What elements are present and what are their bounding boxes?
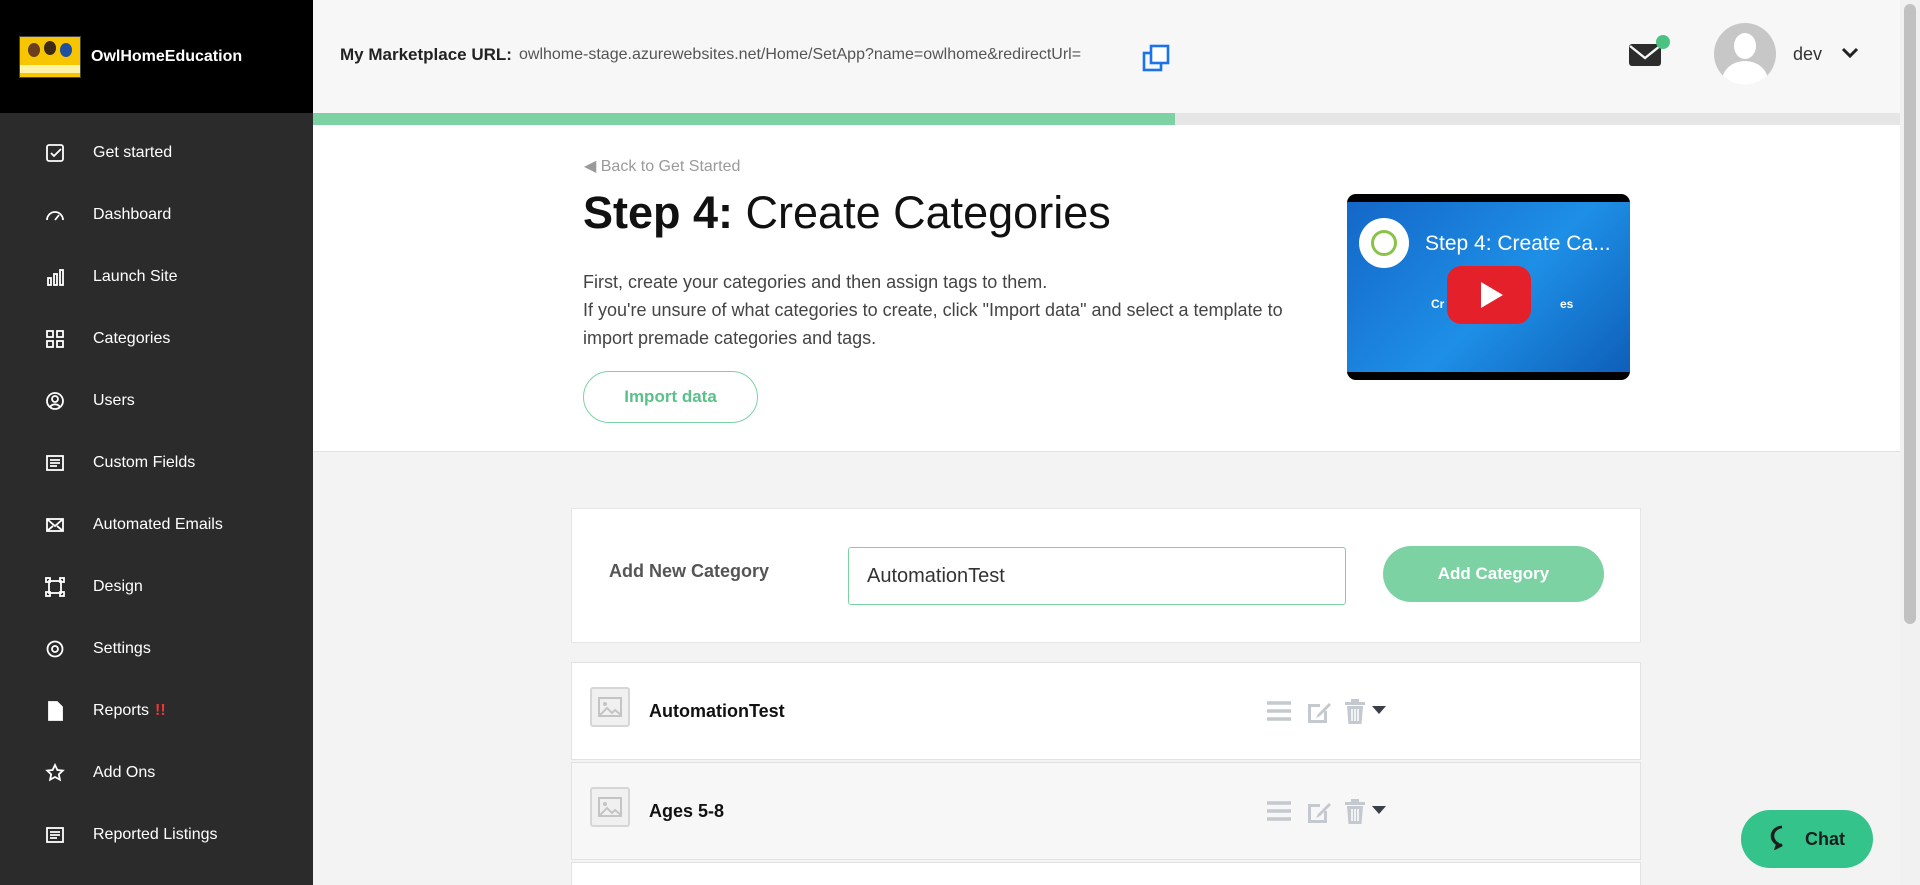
sidebar-item-label: Custom Fields (93, 454, 196, 471)
notification-dot (1656, 35, 1670, 49)
username[interactable]: dev (1793, 44, 1822, 65)
edit-icon[interactable] (1304, 796, 1334, 826)
sidebar-item-label: Add Ons (93, 764, 156, 781)
sidebar-item-custom-fields[interactable]: Custom Fields (0, 432, 313, 494)
star-icon (44, 762, 66, 784)
reports-alert-badge: !! (155, 702, 166, 719)
video-subtitle-left: Cr (1431, 297, 1445, 311)
expand-caret-icon[interactable] (1364, 696, 1394, 726)
sidebar-item-reported-listings[interactable]: Reported Listings (0, 804, 313, 866)
step-intro: ◀ Back to Get Started Step 4: Create Cat… (313, 125, 1900, 452)
category-row: Ages 5-8 (571, 762, 1641, 860)
back-to-get-started-link[interactable]: ◀ Back to Get Started (584, 156, 740, 176)
drag-handle-icon[interactable] (1264, 696, 1294, 726)
category-row: AutomationTest (571, 662, 1641, 760)
chat-label: Chat (1805, 828, 1845, 849)
add-category-label: Add New Category (609, 561, 770, 581)
scrollbar-thumb[interactable] (1904, 4, 1916, 624)
sidebar-item-get-started[interactable]: Get started (0, 122, 313, 184)
list-icon (44, 452, 66, 474)
sidebar-item-label: Design (93, 578, 143, 595)
sidebar-item-add-ons[interactable]: Add Ons (0, 742, 313, 804)
chat-button[interactable]: Chat (1741, 810, 1873, 868)
sidebar-item-label: Settings (93, 640, 151, 657)
drag-handle-icon[interactable] (1264, 796, 1294, 826)
brand-name: OwlHomeEducation (91, 47, 243, 65)
sidebar-item-dashboard[interactable]: Dashboard (0, 184, 313, 246)
page-scrollbar[interactable] (1900, 0, 1920, 885)
category-name: Ages 5-8 (649, 801, 725, 821)
video-title: Step 4: Create Ca... (1425, 232, 1611, 255)
sidebar-item-automated-emails[interactable]: Automated Emails (0, 494, 313, 556)
sidebar-item-label: Dashboard (93, 206, 172, 223)
sidebar-item-launch-site[interactable]: Launch Site (0, 246, 313, 308)
gear-icon (44, 638, 66, 660)
step-description: First, create your categories and then a… (583, 268, 1323, 352)
image-placeholder-icon[interactable] (590, 687, 630, 727)
document-icon (44, 700, 66, 722)
sidebar-item-label: Get started (93, 144, 173, 161)
title-text: Create Categories (733, 187, 1111, 238)
add-category-button[interactable]: Add Category (1383, 546, 1604, 602)
avatar[interactable] (1714, 23, 1776, 85)
setup-progress-bar (313, 113, 1900, 125)
sidebar-item-label: Users (93, 392, 135, 409)
top-header: My Marketplace URL: owlhome-stage.azurew… (313, 0, 1920, 113)
edit-icon[interactable] (1304, 696, 1334, 726)
tutorial-video[interactable]: Step 4: Create Ca... Cr es (1347, 194, 1630, 380)
sidebar-item-label: Launch Site (93, 268, 178, 285)
sidebar-item-label: Categories (93, 330, 171, 347)
category-name: AutomationTest (649, 701, 785, 721)
chat-bubble-icon (1769, 824, 1805, 855)
description-line-2: If you're unsure of what categories to c… (583, 300, 1283, 348)
import-data-button[interactable]: Import data (583, 371, 758, 423)
marketplace-url[interactable]: owlhome-stage.azurewebsites.net/Home/Set… (519, 46, 1081, 64)
frame-icon (44, 576, 66, 598)
description-line-1: First, create your categories and then a… (583, 272, 1048, 292)
expand-caret-icon[interactable] (1364, 796, 1394, 826)
image-placeholder-icon[interactable] (590, 787, 630, 827)
play-icon[interactable] (1447, 266, 1531, 324)
marketplace-url-label: My Marketplace URL: (340, 45, 512, 64)
grid-icon (44, 328, 66, 350)
sidebar-item-users[interactable]: Users (0, 370, 313, 432)
sidebar-item-categories[interactable]: Categories (0, 308, 313, 370)
sidebar-item-reports[interactable]: Reports !! (0, 680, 313, 742)
copy-icon[interactable] (1142, 44, 1170, 72)
brand[interactable]: OwlHomeEducation (0, 0, 313, 113)
chevron-down-icon[interactable] (1841, 46, 1859, 60)
sidebar-item-settings[interactable]: Settings (0, 618, 313, 680)
bar-chart-icon (44, 266, 66, 288)
sidebar: OwlHomeEducation Get started Dashboard L… (0, 0, 313, 885)
user-circle-icon (44, 390, 66, 412)
add-category-card: Add New Category Add Category (571, 508, 1641, 643)
page-title: Step 4: Create Categories (583, 187, 1111, 239)
sidebar-item-label: Reported Listings (93, 826, 218, 843)
sidebar-nav: Get started Dashboard Launch Site Catego… (0, 122, 313, 866)
title-step: Step 4: (583, 187, 734, 238)
sidebar-item-label: Automated Emails (93, 516, 223, 533)
channel-logo (1359, 218, 1409, 268)
sidebar-item-design[interactable]: Design (0, 556, 313, 618)
setup-progress-fill (313, 113, 1175, 125)
video-subtitle-right: es (1560, 297, 1574, 311)
checkbox-icon (44, 142, 66, 164)
gauge-icon (44, 204, 66, 226)
envelope-icon (44, 514, 66, 536)
category-name-input[interactable] (848, 547, 1346, 605)
category-row-partial (571, 862, 1641, 885)
list-icon (44, 824, 66, 846)
video-thumbnail: Step 4: Create Ca... Cr es (1347, 202, 1630, 372)
brand-logo (19, 35, 81, 78)
sidebar-item-label: Reports (93, 702, 150, 719)
